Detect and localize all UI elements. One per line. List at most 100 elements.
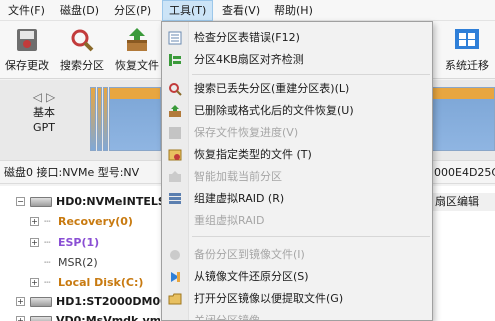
alignment-icon xyxy=(168,53,182,67)
tree-row-disk2[interactable]: + VD0:MsVmdk.vmdk xyxy=(0,311,160,321)
tree-row-partition[interactable]: + ┄ Local Disk(C:) xyxy=(0,273,160,293)
tree-disk0-label: HD0:NVMeINTELS xyxy=(56,195,166,208)
menu-item-label: 从镜像文件还原分区(S) xyxy=(194,270,309,283)
tree-row-partition[interactable]: ┄ MSR(2) xyxy=(0,253,160,273)
menu-item-search-lost-partitions[interactable]: 搜索已丢失分区(重建分区表)(L) xyxy=(162,78,432,100)
tree-line-icon: ┄ xyxy=(44,236,51,249)
menu-partition[interactable]: 分区(P) xyxy=(108,0,157,21)
tree-partition-label: Recovery(0) xyxy=(58,215,133,228)
partition-segment-esp[interactable] xyxy=(97,87,102,151)
expand-icon[interactable]: + xyxy=(16,297,25,306)
system-migration-label: 系统迁移 xyxy=(445,59,489,72)
search-partition-icon xyxy=(168,82,182,96)
expand-icon[interactable]: + xyxy=(30,238,39,247)
menu-item-recover-file-type[interactable]: 恢复指定类型的文件 (T) xyxy=(162,144,432,166)
tree-line-icon: ┄ xyxy=(44,276,51,289)
menu-item-label: 搜索已丢失分区(重建分区表)(L) xyxy=(194,82,350,95)
menu-item-label: 关闭分区镜像 xyxy=(194,314,260,321)
tree-partition-label: MSR(2) xyxy=(58,256,98,269)
menu-item-label: 恢复指定类型的文件 (T) xyxy=(194,148,312,161)
tools-dropdown-menu: 检查分区表错误(F12) 分区4KB扇区对齐检测 搜索已丢失分区(重建分区表)(… xyxy=(161,21,433,321)
disk-navigator: ◁ ▷ 基本 GPT xyxy=(18,90,70,135)
tree-row-disk0[interactable]: − HD0:NVMeINTELS xyxy=(0,192,166,212)
tree-line-icon: ┄ xyxy=(44,215,51,228)
tree-row-partition[interactable]: + ┄ Recovery(0) xyxy=(0,212,160,232)
filetype-recovery-icon xyxy=(168,148,182,162)
tree-partition-label: ESP(1) xyxy=(58,236,100,249)
hard-disk-icon xyxy=(30,297,52,307)
recover-box-icon xyxy=(124,27,150,53)
check-table-icon xyxy=(168,31,182,45)
search-partition-button[interactable]: 搜索分区 xyxy=(56,27,108,73)
virtual-disk-icon xyxy=(30,316,52,321)
menu-item-smart-load-partition[interactable]: 智能加载当前分区 xyxy=(162,166,432,188)
restore-image-icon xyxy=(168,270,182,284)
save-progress-icon xyxy=(168,126,182,140)
disk-type-label: 基本 xyxy=(33,106,55,119)
partition-segment-msr[interactable] xyxy=(103,87,108,151)
file-recovery-icon xyxy=(168,104,182,118)
collapse-icon[interactable]: − xyxy=(16,197,25,206)
menu-item-label: 打开分区镜像以便提取文件(G) xyxy=(194,292,344,305)
open-image-icon xyxy=(168,292,182,306)
expand-icon[interactable]: + xyxy=(30,278,39,287)
menu-item-build-virtual-raid[interactable]: 组建虚拟RAID (R) xyxy=(162,188,432,210)
menu-item-rebuild-virtual-raid[interactable]: 重组虚拟RAID xyxy=(162,210,432,232)
disk-nav-arrows[interactable]: ◁ ▷ xyxy=(18,90,70,105)
save-disk-icon xyxy=(14,27,40,53)
system-migration-button[interactable]: 系统迁移 xyxy=(440,27,494,73)
tree-disk2-label: VD0:MsVmdk.vmdk xyxy=(56,314,160,321)
menu-separator xyxy=(192,74,430,75)
disk-serial-tail: 000E4D25C xyxy=(434,166,495,179)
menu-item-label: 智能加载当前分区 xyxy=(194,170,282,183)
menu-item-4kb-alignment[interactable]: 分区4KB扇区对齐检测 xyxy=(162,49,432,71)
tree-row-partition[interactable]: + ┄ ESP(1) xyxy=(0,233,160,253)
save-changes-label: 保存更改 xyxy=(5,59,49,72)
partition-segment-local-disk[interactable] xyxy=(109,87,161,151)
hard-disk-icon xyxy=(30,197,52,207)
expand-icon[interactable]: + xyxy=(30,217,39,226)
menu-item-backup-to-image[interactable]: 备份分区到镜像文件(I) xyxy=(162,244,432,266)
close-image-icon xyxy=(168,314,182,320)
menu-item-label: 检查分区表错误(F12) xyxy=(194,31,300,44)
smart-load-icon xyxy=(168,170,182,184)
menu-item-check-partition-table[interactable]: 检查分区表错误(F12) xyxy=(162,27,432,49)
menu-bar: 文件(F) 磁盘(D) 分区(P) 工具(T) 查看(V) 帮助(H) xyxy=(0,0,495,21)
tree-partition-label: Local Disk(C:) xyxy=(58,276,144,289)
menu-item-close-partition-image[interactable]: 关闭分区镜像 xyxy=(162,310,432,321)
menu-item-label: 已删除或格式化后的文件恢复(U) xyxy=(194,104,354,117)
recover-files-label: 恢复文件 xyxy=(115,59,159,72)
backup-image-icon xyxy=(168,248,182,262)
save-changes-button[interactable]: 保存更改 xyxy=(1,27,53,73)
tab-sector-edit[interactable]: 扇区编辑 xyxy=(432,193,495,211)
menu-tools[interactable]: 工具(T) xyxy=(162,0,214,21)
search-partition-label: 搜索分区 xyxy=(60,59,104,72)
menu-item-restore-from-image[interactable]: 从镜像文件还原分区(S) xyxy=(162,266,432,288)
menu-help[interactable]: 帮助(H) xyxy=(268,0,319,21)
prev-disk-icon[interactable]: ◁ xyxy=(33,90,42,104)
menu-item-label: 重组虚拟RAID xyxy=(194,214,265,227)
menu-item-label: 分区4KB扇区对齐检测 xyxy=(194,53,304,66)
menu-item-open-partition-image[interactable]: 打开分区镜像以便提取文件(G) xyxy=(162,288,432,310)
raid-icon xyxy=(168,192,182,206)
recover-files-button[interactable]: 恢复文件 xyxy=(111,27,163,73)
rebuild-raid-icon xyxy=(168,214,182,228)
menu-file[interactable]: 文件(F) xyxy=(2,0,51,21)
next-disk-icon[interactable]: ▷ xyxy=(46,90,55,104)
partition-scheme-label: GPT xyxy=(33,121,55,134)
menu-item-deleted-file-recovery[interactable]: 已删除或格式化后的文件恢复(U) xyxy=(162,100,432,122)
tree-line-icon: ┄ xyxy=(44,256,51,269)
windows-migrate-icon xyxy=(454,27,480,53)
menu-item-save-recovery-progress[interactable]: 保存文件恢复进度(V) xyxy=(162,122,432,144)
menu-disk[interactable]: 磁盘(D) xyxy=(54,0,105,21)
expand-icon[interactable]: + xyxy=(16,316,25,321)
menu-item-label: 组建虚拟RAID (R) xyxy=(194,192,285,205)
menu-item-label: 备份分区到镜像文件(I) xyxy=(194,248,305,261)
disk-info-text: 磁盘0 接口:NVMe 型号:NV xyxy=(4,166,140,179)
tree-row-disk1[interactable]: + HD1:ST2000DM008 xyxy=(0,292,175,312)
tree-disk1-label: HD1:ST2000DM008 xyxy=(56,295,176,308)
menu-item-label: 保存文件恢复进度(V) xyxy=(194,126,299,139)
menu-separator xyxy=(192,236,430,237)
partition-segment-recovery[interactable] xyxy=(90,87,96,151)
menu-view[interactable]: 查看(V) xyxy=(216,0,266,21)
